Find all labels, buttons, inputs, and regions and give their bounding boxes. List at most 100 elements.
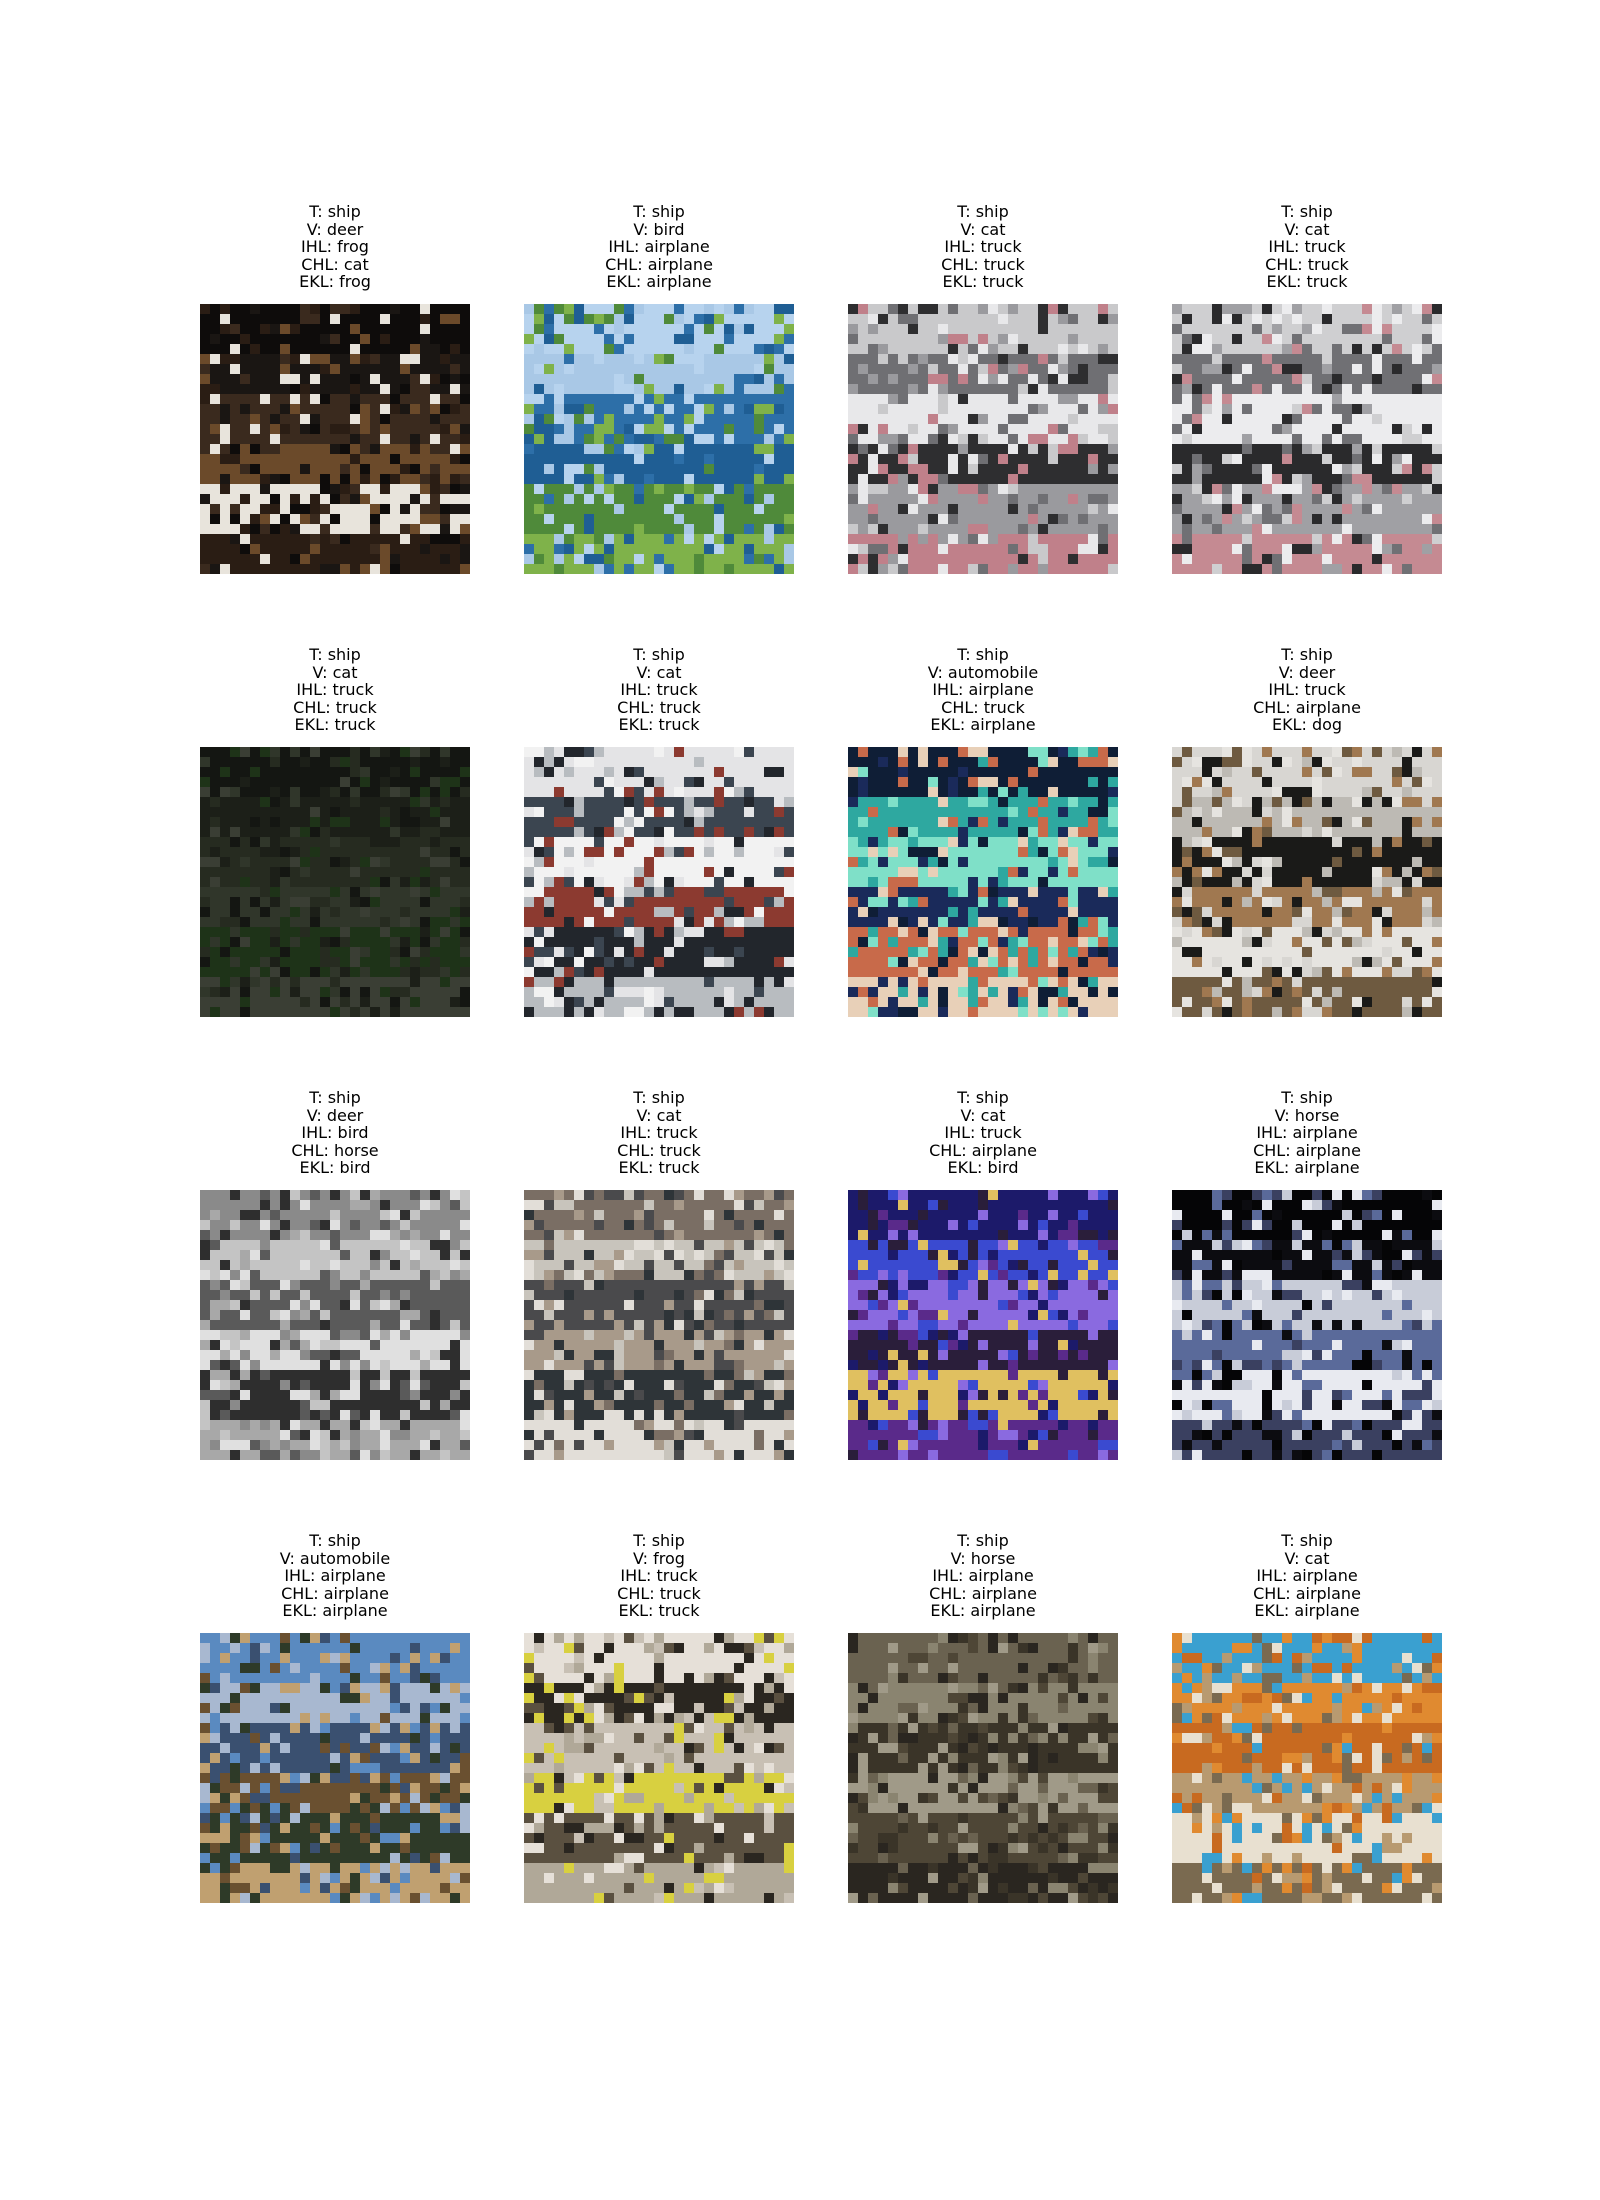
thumbnail-image (200, 304, 470, 574)
panel-12: T: ship V: horse IHL: airplane CHL: airplan… (1172, 1089, 1442, 1489)
caption-line: V: cat (636, 662, 682, 682)
caption-line: EKL: bird (299, 1158, 371, 1177)
panel-14: T: ship V: frog IHL: truck CHL: truck EKL: t… (524, 1532, 794, 1932)
caption-line: CHL: truck (293, 697, 377, 717)
image-grid-figure: T: ship V: deer IHL: frog CHL: cat EKL: frog… (0, 0, 1600, 2200)
caption-line: T: ship (957, 1088, 1009, 1107)
panel-5: T: ship V: cat IHL: truck CHL: truck EKL: tr… (200, 646, 470, 1046)
panel-caption: T: ship V: bird IHL: airplane CHL: airplane… (484, 203, 834, 291)
caption-line: T: ship (957, 645, 1009, 664)
caption-line: EKL: airplane (1254, 1158, 1360, 1177)
caption-line: CHL: truck (617, 697, 701, 717)
caption-line: IHL: truck (1268, 680, 1346, 699)
caption-line: T: ship (1281, 1531, 1333, 1550)
caption-line: EKL: truck (618, 1158, 700, 1177)
caption-line: CHL: truck (617, 1140, 701, 1160)
panel-caption: T: ship V: cat IHL: truck CHL: truck EKL: tr… (1132, 203, 1482, 291)
thumbnail-image (524, 1190, 794, 1460)
caption-line: IHL: airplane (1256, 1123, 1358, 1142)
caption-line: T: ship (309, 202, 361, 221)
caption-line: CHL: truck (617, 1583, 701, 1603)
caption-line: V: horse (1274, 1105, 1340, 1125)
thumbnail-image (848, 304, 1118, 574)
caption-line: CHL: airplane (605, 254, 713, 274)
caption-line: EKL: airplane (930, 715, 1036, 734)
caption-line: IHL: truck (620, 1566, 698, 1585)
caption-line: EKL: airplane (282, 1601, 388, 1620)
panel-caption: T: ship V: horse IHL: airplane CHL: airplan… (808, 1532, 1158, 1620)
caption-line: CHL: airplane (1253, 1140, 1361, 1160)
caption-line: V: cat (960, 1105, 1006, 1125)
caption-line: V: cat (312, 662, 358, 682)
caption-line: V: cat (1284, 1548, 1330, 1568)
panel-15: T: ship V: horse IHL: airplane CHL: airplan… (848, 1532, 1118, 1932)
thumbnail-image (524, 747, 794, 1017)
caption-line: EKL: truck (294, 715, 376, 734)
caption-line: EKL: airplane (930, 1601, 1036, 1620)
caption-line: EKL: airplane (606, 272, 712, 291)
caption-line: V: cat (636, 1105, 682, 1125)
thumbnail-image (524, 1633, 794, 1903)
caption-line: V: horse (950, 1548, 1016, 1568)
panel-caption: T: ship V: automobile IHL: airplane CHL: tr… (808, 646, 1158, 734)
caption-line: IHL: truck (620, 680, 698, 699)
panel-3: T: ship V: cat IHL: truck CHL: truck EKL: tr… (848, 203, 1118, 603)
panel-9: T: ship V: deer IHL: bird CHL: horse EKL: bi… (200, 1089, 470, 1489)
caption-line: T: ship (633, 202, 685, 221)
caption-line: IHL: airplane (608, 237, 710, 256)
caption-line: T: ship (1281, 202, 1333, 221)
caption-line: T: ship (1281, 645, 1333, 664)
caption-line: IHL: airplane (932, 1566, 1034, 1585)
panel-16: T: ship V: cat IHL: airplane CHL: airplane E… (1172, 1532, 1442, 1932)
panel-6: T: ship V: cat IHL: truck CHL: truck EKL: tr… (524, 646, 794, 1046)
caption-line: V: deer (306, 1105, 364, 1125)
panel-caption: T: ship V: cat IHL: truck CHL: truck EKL: tr… (160, 646, 510, 734)
caption-line: EKL: truck (618, 1601, 700, 1620)
caption-line: EKL: truck (942, 272, 1024, 291)
thumbnail-image (1172, 1190, 1442, 1460)
caption-line: T: ship (309, 1531, 361, 1550)
caption-line: CHL: airplane (1253, 697, 1361, 717)
caption-line: CHL: horse (291, 1140, 379, 1160)
caption-line: CHL: cat (301, 254, 369, 274)
caption-line: V: cat (1284, 219, 1330, 239)
caption-line: V: cat (960, 219, 1006, 239)
panel-10: T: ship V: cat IHL: truck CHL: truck EKL: tr… (524, 1089, 794, 1489)
panel-8: T: ship V: deer IHL: truck CHL: airplane EKL… (1172, 646, 1442, 1046)
caption-line: T: ship (633, 645, 685, 664)
caption-line: IHL: truck (620, 1123, 698, 1142)
caption-line: IHL: truck (296, 680, 374, 699)
caption-line: T: ship (309, 645, 361, 664)
caption-line: T: ship (633, 1088, 685, 1107)
caption-line: CHL: truck (941, 254, 1025, 274)
caption-line: T: ship (1281, 1088, 1333, 1107)
thumbnail-image (1172, 304, 1442, 574)
caption-line: V: frog (633, 1548, 685, 1568)
caption-line: EKL: truck (1266, 272, 1348, 291)
caption-line: IHL: truck (944, 1123, 1022, 1142)
thumbnail-image (200, 747, 470, 1017)
caption-line: V: deer (306, 219, 364, 239)
caption-line: CHL: airplane (929, 1140, 1037, 1160)
panel-caption: T: ship V: cat IHL: truck CHL: truck EKL: tr… (484, 1089, 834, 1177)
caption-line: EKL: truck (618, 715, 700, 734)
panel-caption: T: ship V: frog IHL: truck CHL: truck EKL: t… (484, 1532, 834, 1620)
caption-line: T: ship (309, 1088, 361, 1107)
caption-line: CHL: truck (1265, 254, 1349, 274)
panel-caption: T: ship V: automobile IHL: airplane CHL: ai… (160, 1532, 510, 1620)
caption-line: IHL: airplane (1256, 1566, 1358, 1585)
caption-line: CHL: airplane (281, 1583, 389, 1603)
panel-caption: T: ship V: deer IHL: bird CHL: horse EKL: bi… (160, 1089, 510, 1177)
caption-line: EKL: frog (299, 272, 371, 291)
caption-line: T: ship (633, 1531, 685, 1550)
thumbnail-image (200, 1633, 470, 1903)
caption-line: V: deer (1278, 662, 1336, 682)
caption-line: V: bird (633, 219, 685, 239)
panel-caption: T: ship V: cat IHL: airplane CHL: airplane E… (1132, 1532, 1482, 1620)
caption-line: EKL: dog (1271, 715, 1343, 734)
panel-caption: T: ship V: deer IHL: frog CHL: cat EKL: frog (160, 203, 510, 291)
caption-line: V: automobile (927, 662, 1039, 682)
thumbnail-image (1172, 747, 1442, 1017)
caption-line: IHL: bird (301, 1123, 369, 1142)
panel-caption: T: ship V: deer IHL: truck CHL: airplane EKL… (1132, 646, 1482, 734)
